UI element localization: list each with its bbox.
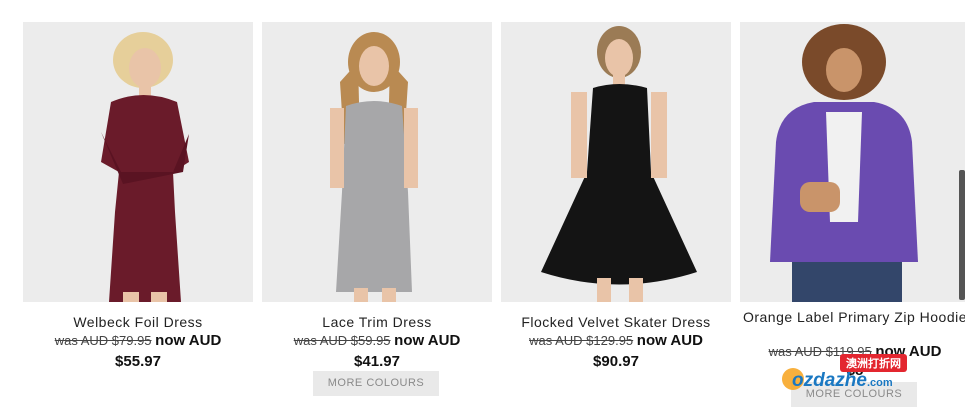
model-photo-illustration — [740, 22, 965, 302]
sale-price: $55.97 — [115, 353, 161, 370]
now-label: now AUD — [155, 332, 222, 349]
product-card-lace-trim-dress[interactable]: Lace Trim Dress was AUD $59.95 now AUD $… — [262, 0, 492, 409]
product-name[interactable]: Welbeck Foil Dress — [23, 314, 253, 330]
price-line: was AUD $79.95 now AUD — [23, 332, 253, 349]
was-price: was AUD $79.95 — [54, 333, 152, 348]
product-card-welbeck-foil-dress[interactable]: Welbeck Foil Dress was AUD $79.95 now AU… — [23, 0, 253, 409]
ozdazhe-watermark-logo: ozdazhe.com 澳洲打折网 — [782, 354, 942, 402]
product-image[interactable] — [262, 22, 492, 302]
price-line: was AUD $129.95 now AUD — [501, 332, 731, 349]
now-label: now AUD — [394, 332, 461, 349]
logo-text-suffix: .com — [866, 377, 893, 389]
product-image[interactable] — [740, 22, 965, 302]
more-colours-button[interactable]: MORE COLOURS — [313, 371, 439, 396]
logo-text-main: ozdazhe — [792, 370, 867, 391]
product-name[interactable]: Orange Label Primary Zip Hoodie — [740, 310, 965, 324]
scrollbar-thumb[interactable] — [959, 170, 965, 300]
product-image[interactable] — [23, 22, 253, 302]
sale-price: $41.97 — [354, 353, 400, 370]
was-price: was AUD $59.95 — [293, 333, 391, 348]
logo-cn-text: 澳洲打折网 — [840, 354, 907, 372]
product-name[interactable]: Lace Trim Dress — [262, 314, 492, 330]
product-name[interactable]: Flocked Velvet Skater Dress — [501, 314, 731, 330]
model-photo-illustration — [23, 22, 253, 302]
product-image[interactable] — [501, 22, 731, 302]
product-card-flocked-velvet-skater-dress[interactable]: Flocked Velvet Skater Dress was AUD $129… — [501, 0, 731, 409]
model-photo-illustration — [501, 22, 731, 302]
scrollbar-track[interactable] — [959, 22, 965, 302]
sale-price: $90.97 — [593, 353, 639, 370]
model-photo-illustration — [262, 22, 492, 302]
product-carousel: Welbeck Foil Dress was AUD $79.95 now AU… — [0, 0, 965, 409]
logo-text: ozdazhe.com — [792, 370, 893, 392]
price-line: was AUD $59.95 now AUD — [262, 332, 492, 349]
product-card-orange-label-primary-zip-hoodie[interactable]: Orange Label Primary Zip Hoodie was AUD … — [740, 0, 965, 409]
was-price: was AUD $129.95 — [529, 333, 634, 348]
now-label: now AUD — [636, 332, 703, 349]
